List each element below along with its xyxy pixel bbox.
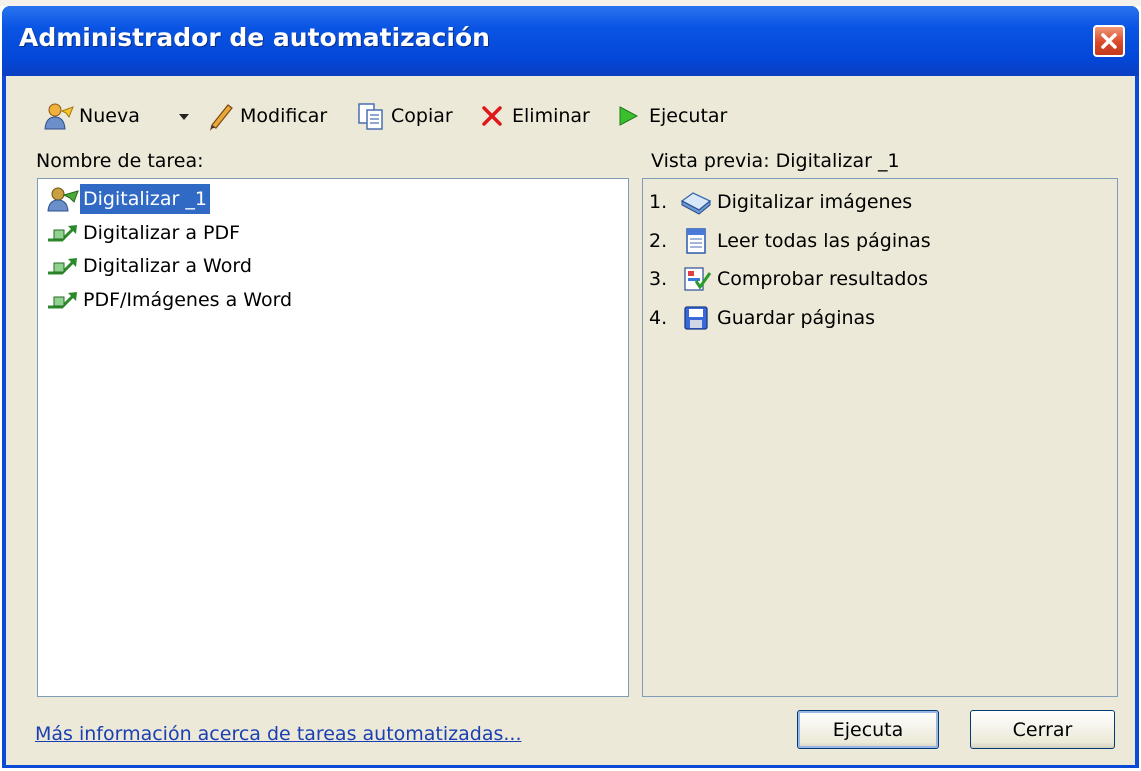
edit-task-button[interactable]: Modificar (207, 99, 327, 133)
step-label: Leer todas las páginas (717, 230, 931, 252)
scanner-icon (680, 192, 712, 215)
task-arrow-icon (48, 292, 77, 309)
chevron-down-icon[interactable] (178, 113, 190, 121)
delete-icon (482, 106, 502, 126)
task-item-digitalizar-1[interactable]: Digitalizar _1 (46, 184, 210, 214)
task-label: PDF/Imágenes a Word (83, 289, 293, 311)
preview-step: 3. Comprobar resultados (649, 263, 928, 295)
copy-task-button[interactable]: Copiar (356, 99, 453, 133)
automation-manager-dialog: Administrador de automatización Nueva Mo… (2, 6, 1139, 768)
task-label: Digitalizar a Word (83, 255, 252, 277)
copy-icon (358, 103, 383, 130)
close-icon (1101, 33, 1117, 49)
task-item-digitalizar-pdf[interactable]: Digitalizar a PDF (46, 218, 243, 248)
play-icon (619, 106, 639, 126)
copy-task-label: Copiar (391, 105, 453, 127)
close-button-label: Cerrar (1012, 718, 1073, 741)
run-button[interactable]: Ejecuta (797, 710, 939, 749)
step-label: Comprobar resultados (717, 268, 929, 290)
save-icon (684, 306, 708, 330)
preview-panel: 1. Digitalizar imágenes 2. Leer todas la… (642, 178, 1118, 697)
dialog-client-area: Nueva Modificar Copiar Eliminar Ejecutar… (6, 76, 1135, 765)
check-results-icon (684, 267, 712, 291)
step-number: 2. (649, 230, 668, 252)
new-task-button[interactable]: Nueva (42, 99, 140, 133)
run-task-button[interactable]: Ejecutar (616, 99, 727, 133)
task-item-digitalizar-word[interactable]: Digitalizar a Word (46, 251, 255, 281)
run-task-label: Ejecutar (649, 105, 728, 127)
task-label: Digitalizar a PDF (83, 222, 241, 244)
preview-step: 1. Digitalizar imágenes (649, 186, 912, 218)
close-button[interactable]: Cerrar (970, 710, 1115, 749)
step-number: 4. (649, 307, 668, 329)
pencil-icon (209, 104, 233, 131)
step-number: 1. (649, 191, 668, 213)
step-label: Digitalizar imágenes (717, 191, 913, 213)
task-arrow-icon (48, 258, 77, 275)
more-info-link[interactable]: Más información acerca de tareas automat… (35, 723, 522, 745)
step-label: Guardar páginas (717, 307, 876, 329)
task-item-pdf-imagenes-word[interactable]: PDF/Imágenes a Word (46, 285, 295, 315)
step-number: 3. (649, 268, 668, 290)
task-arrow-icon (48, 225, 77, 242)
custom-task-icon (47, 187, 79, 212)
new-task-icon (44, 103, 74, 130)
task-list[interactable]: Digitalizar _1 Digitalizar a PDF Digital… (37, 178, 629, 697)
delete-task-button[interactable]: Eliminar (480, 99, 590, 133)
preview-header: Vista previa: Digitalizar _1 (651, 150, 900, 172)
page-icon (686, 228, 706, 254)
edit-task-label: Modificar (240, 105, 328, 127)
preview-step: 2. Leer todas las páginas (649, 225, 931, 257)
title-bar[interactable]: Administrador de automatización (2, 6, 1139, 76)
task-label: Digitalizar _1 (80, 184, 210, 214)
run-button-label: Ejecuta (832, 718, 904, 741)
new-task-label: Nueva (79, 105, 140, 127)
close-window-button[interactable] (1093, 25, 1125, 57)
preview-step: 4. Guardar páginas (649, 302, 875, 334)
delete-task-label: Eliminar (512, 105, 590, 127)
task-list-header: Nombre de tarea: (36, 150, 204, 172)
window-title: Administrador de automatización (19, 23, 490, 52)
